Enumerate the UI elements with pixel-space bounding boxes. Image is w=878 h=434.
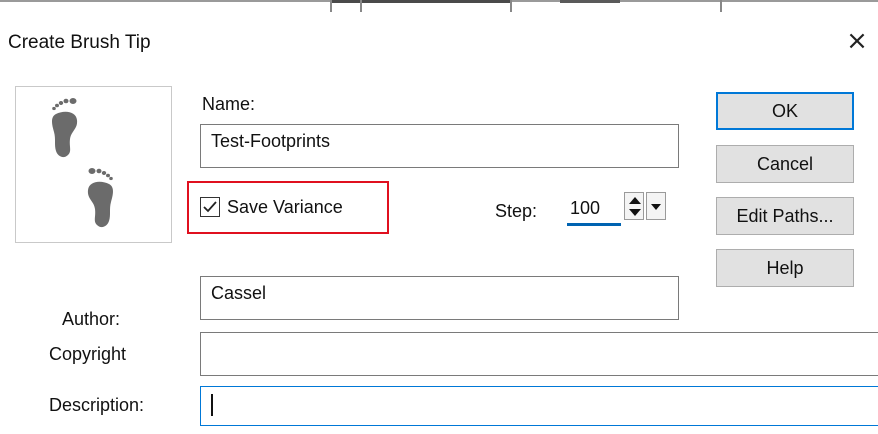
- step-label: Step:: [495, 201, 538, 221]
- help-button[interactable]: Help: [716, 249, 854, 287]
- author-label: Author:: [62, 309, 121, 329]
- name-value: Test-Footprints: [211, 131, 331, 151]
- dialog-title: Create Brush Tip: [8, 32, 151, 53]
- copyright-field[interactable]: [200, 332, 878, 376]
- step-spin-updown[interactable]: [624, 192, 644, 220]
- ok-button[interactable]: OK: [716, 92, 854, 130]
- checkmark-icon: [203, 201, 217, 213]
- text-caret: [211, 394, 213, 417]
- footprints-icon: [52, 98, 113, 228]
- description-field[interactable]: [200, 386, 878, 426]
- description-label: Description:: [49, 395, 145, 415]
- save-variance-checkbox[interactable]: [200, 197, 220, 217]
- cancel-button[interactable]: Cancel: [716, 145, 854, 183]
- brush-preview: [15, 86, 172, 243]
- step-value: 100: [570, 198, 601, 218]
- copyright-label: Copyright: [49, 344, 127, 364]
- author-field[interactable]: Cassel: [200, 276, 679, 320]
- author-value: Cassel: [211, 283, 267, 303]
- name-field[interactable]: Test-Footprints: [200, 124, 679, 168]
- arrow-up-icon: [629, 197, 641, 204]
- edit-paths-button[interactable]: Edit Paths...: [716, 197, 854, 235]
- step-dropdown[interactable]: [646, 192, 666, 220]
- step-spinner[interactable]: [624, 192, 668, 222]
- close-button[interactable]: ×: [842, 26, 872, 56]
- name-label: Name:: [202, 94, 256, 114]
- background-window-strip: [0, 0, 878, 12]
- arrow-down-icon: [629, 209, 641, 216]
- save-variance-label[interactable]: Save Variance: [227, 197, 343, 218]
- step-input[interactable]: 100: [563, 190, 621, 226]
- chevron-down-icon: [651, 204, 661, 210]
